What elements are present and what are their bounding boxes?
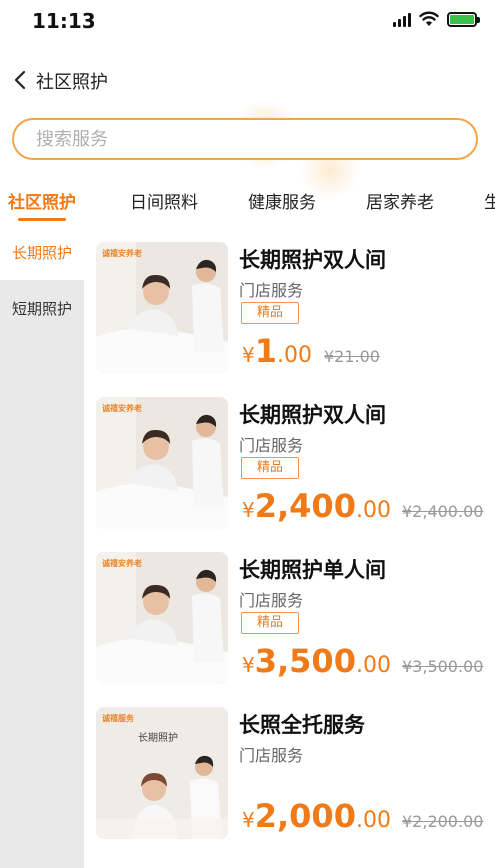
tab-community-care[interactable]: 社区照护: [8, 188, 76, 213]
product-card[interactable]: 诚禧安养老 长期照护双人间 门店服务 精品 ¥1.00 ¥21.00: [96, 242, 495, 374]
product-price: ¥2,000.00: [242, 797, 391, 835]
search-bar[interactable]: [12, 118, 478, 160]
image-caption: 长期照护: [138, 733, 178, 744]
tab-more[interactable]: 生: [484, 188, 495, 213]
premium-badge: 精品: [241, 612, 299, 634]
original-price: ¥2,400.00: [402, 502, 484, 521]
currency-symbol: ¥: [242, 343, 255, 367]
price-decimal: .00: [355, 653, 391, 678]
status-bar: 11:13: [0, 0, 495, 46]
tab-home-care[interactable]: 居家养老: [366, 188, 434, 213]
sidebar-item-short-term-care[interactable]: 短期照护: [0, 282, 84, 336]
tab-day-care[interactable]: 日间照料: [130, 188, 198, 213]
product-image: 诚禧安养老: [96, 242, 228, 374]
product-price: ¥3,500.00: [242, 642, 391, 680]
price-integer: 3,500: [254, 642, 356, 680]
category-tabs: 社区照护 日间照料 健康服务 居家养老 生: [0, 178, 495, 226]
original-price: ¥3,500.00: [402, 657, 484, 676]
product-price: ¥2,400.00: [242, 487, 391, 525]
product-title: 长照全托服务: [239, 713, 365, 737]
product-image: 诚禧服务 长期照护: [96, 707, 228, 839]
battery-icon: [447, 11, 480, 27]
brand-logo: 诚禧服务: [102, 714, 134, 723]
currency-symbol: ¥: [242, 808, 255, 832]
brand-logo: 诚禧安养老: [102, 404, 142, 413]
page-title: 社区照护: [36, 72, 108, 93]
product-title: 长期照护单人间: [239, 558, 386, 582]
brand-logo: 诚禧安养老: [102, 559, 142, 568]
status-icons: [393, 11, 480, 27]
price-decimal: .00: [355, 498, 391, 523]
sidebar: 长期照护 短期照护: [0, 226, 84, 868]
product-card[interactable]: 诚禧服务 长期照护 长照全托服务 门店服务 ¥2,000.00 ¥2,200.0…: [96, 707, 495, 839]
product-subtitle: 门店服务: [239, 281, 304, 300]
premium-badge: 精品: [241, 457, 299, 479]
product-subtitle: 门店服务: [239, 591, 304, 610]
active-tab-indicator: [18, 218, 66, 221]
price-integer: 1: [254, 332, 277, 370]
product-image: 诚禧安养老: [96, 397, 228, 529]
signal-icon: [393, 11, 411, 27]
wifi-icon: [419, 11, 439, 26]
product-title: 长期照护双人间: [239, 403, 386, 427]
price-integer: 2,400: [254, 487, 356, 525]
product-title: 长期照护双人间: [239, 248, 386, 272]
tab-health-service[interactable]: 健康服务: [248, 188, 316, 213]
premium-badge: 精品: [241, 302, 299, 324]
currency-symbol: ¥: [242, 498, 255, 522]
nav-bar: 社区照护: [0, 56, 495, 104]
search-input[interactable]: [36, 126, 456, 152]
original-price: ¥21.00: [324, 347, 380, 366]
product-image: 诚禧安养老: [96, 552, 228, 684]
product-price: ¥1.00: [242, 332, 312, 370]
product-card[interactable]: 诚禧安养老 长期照护单人间 门店服务 精品 ¥3,500.00 ¥3,500.0…: [96, 552, 495, 684]
brand-logo: 诚禧安养老: [102, 249, 142, 258]
currency-symbol: ¥: [242, 653, 255, 677]
price-decimal: .00: [277, 343, 312, 368]
back-arrow-icon[interactable]: [10, 68, 32, 92]
sidebar-item-long-term-care[interactable]: 长期照护: [0, 226, 84, 280]
original-price: ¥2,200.00: [402, 812, 484, 831]
product-subtitle: 门店服务: [239, 436, 304, 455]
price-decimal: .00: [355, 808, 391, 833]
price-integer: 2,000: [254, 797, 356, 835]
status-time: 11:13: [32, 9, 96, 33]
product-card[interactable]: 诚禧安养老 长期照护双人间 门店服务 精品 ¥2,400.00 ¥2,400.0…: [96, 397, 495, 529]
product-subtitle: 门店服务: [239, 746, 304, 765]
